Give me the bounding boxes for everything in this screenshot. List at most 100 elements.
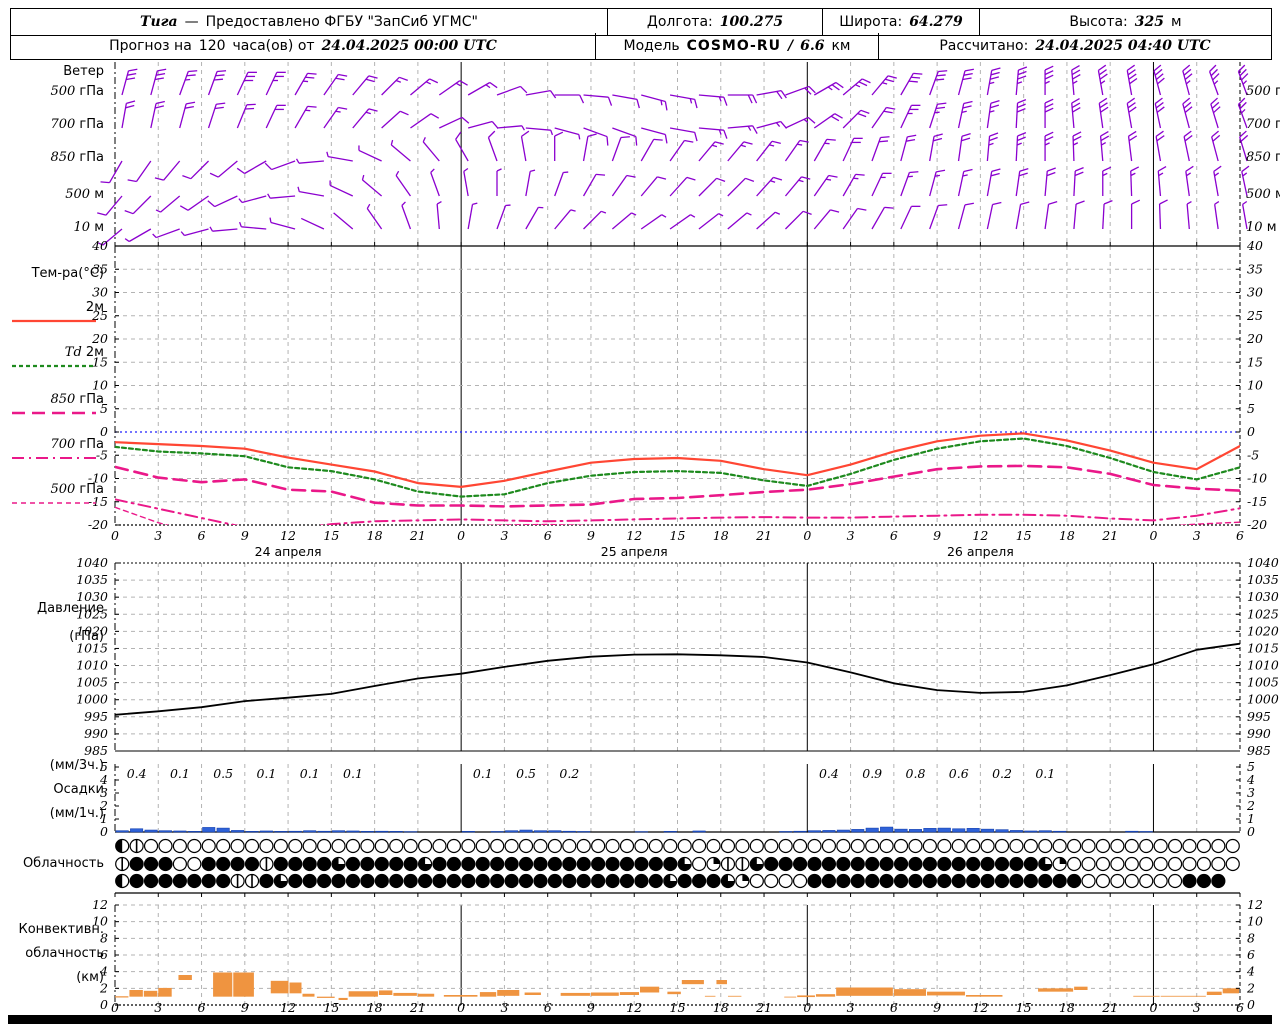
svg-text:12: 12 <box>280 1000 296 1015</box>
precip-bar <box>259 830 273 833</box>
precip-bar <box>1038 830 1052 833</box>
cloud-cell <box>937 873 952 889</box>
svg-text:21: 21 <box>409 1000 426 1015</box>
precip-bar <box>505 830 519 833</box>
cloud-cell <box>518 838 534 854</box>
cloud-cell <box>143 856 159 872</box>
cloud-cell <box>764 838 779 854</box>
svg-text:15: 15 <box>323 528 339 543</box>
svg-text:0: 0 <box>100 997 108 1012</box>
svg-text:3: 3 <box>847 528 855 543</box>
cloud-cell <box>317 873 332 889</box>
cloud-cell <box>360 873 375 889</box>
cloud-cell <box>692 838 707 854</box>
cloud-cell <box>778 838 793 854</box>
wind-level-label-10m-right: 10 м <box>1246 220 1277 235</box>
svg-text:40: 40 <box>91 238 108 253</box>
precip-bar <box>822 830 836 833</box>
svg-text:0.2: 0.2 <box>559 766 579 781</box>
precip-bar <box>317 830 331 833</box>
cloud-cell <box>187 838 202 854</box>
cloud-cell <box>764 856 779 872</box>
wind-barbs <box>114 242 1241 247</box>
cloud-cell <box>605 838 620 854</box>
cloud-cell <box>1153 856 1168 872</box>
cloud-cell <box>1196 873 1212 889</box>
precip-bar <box>836 829 850 833</box>
cloud-cell <box>908 838 923 854</box>
svg-text:1000: 1000 <box>76 692 108 707</box>
svg-text:20: 20 <box>91 331 108 346</box>
conv-cloud-bar <box>129 990 143 997</box>
cloud-cell <box>345 838 361 854</box>
precip-bar <box>332 830 346 833</box>
cloud-cell <box>417 873 433 889</box>
cloud-cell <box>1009 856 1024 872</box>
svg-text:-15: -15 <box>1247 494 1267 509</box>
svg-text:12: 12 <box>280 528 296 543</box>
temp-legend-700hpa: 700 гПа <box>50 437 104 452</box>
cloud-cell <box>634 873 649 889</box>
svg-text:15: 15 <box>670 1000 686 1015</box>
cloud-cell <box>605 856 620 872</box>
wind-level-label-500hpa: 500 гПа <box>50 84 104 99</box>
cloud-cell <box>317 838 332 854</box>
cloud-cell <box>345 856 361 872</box>
cloud-cell <box>591 838 606 854</box>
svg-text:0: 0 <box>111 1000 119 1015</box>
cloud-cell <box>850 873 865 889</box>
svg-text:6: 6 <box>1247 947 1255 962</box>
cloud-cell <box>778 856 793 872</box>
cloud-cell <box>533 856 548 872</box>
cloud-cell <box>692 856 707 872</box>
precip-bar <box>303 830 317 833</box>
svg-text:0: 0 <box>111 528 119 543</box>
cloud-cell <box>475 838 490 854</box>
cloud-cell <box>648 856 663 872</box>
cloud-cell <box>518 856 534 872</box>
precip-bar <box>490 831 504 833</box>
cloud-cell <box>865 838 880 854</box>
cloud-cell <box>677 838 692 854</box>
cloud-cell <box>1139 856 1154 872</box>
cloud-cell <box>1153 873 1168 889</box>
cloud-cell <box>1139 838 1154 854</box>
cloud-cell <box>619 838 635 854</box>
temp-legend-500hpa-line <box>12 502 96 504</box>
cloud-cell <box>417 838 433 854</box>
conv-cloud-bar <box>1133 995 1160 997</box>
conv-cloud-bar <box>639 986 660 993</box>
cloud-cell <box>966 838 981 854</box>
cloud-cell <box>1182 856 1197 872</box>
precip-bar <box>245 831 259 833</box>
svg-text:25: 25 <box>1246 308 1263 323</box>
cloud-cell <box>1211 856 1226 872</box>
conv-cloud-bar <box>497 990 520 996</box>
svg-text:0.8: 0.8 <box>906 766 926 781</box>
conv-cloud-bar <box>338 997 348 1001</box>
cloud-cell <box>1124 873 1139 889</box>
wind-level-label-500m-right: 500 м <box>1246 187 1280 202</box>
svg-text:15: 15 <box>1016 528 1032 543</box>
conv-cloud-bar <box>927 991 965 996</box>
cloud-cell <box>720 838 736 854</box>
conv-cloud-bar <box>143 990 158 997</box>
svg-text:21: 21 <box>1101 1000 1118 1015</box>
precip-bar <box>115 830 129 833</box>
conv-cloud-bar <box>893 989 927 996</box>
cloud-cell <box>792 838 808 854</box>
cloud-cell <box>432 856 447 872</box>
conv-cloud-bar <box>836 987 893 996</box>
temp-legend-850hpa: 850 гПа <box>50 392 104 407</box>
svg-text:1025: 1025 <box>1247 606 1279 621</box>
svg-text:-20: -20 <box>88 517 108 532</box>
cloud-cell <box>576 856 591 872</box>
svg-text:995: 995 <box>84 709 108 724</box>
precip-bar <box>692 830 706 833</box>
temp-legend-td2m-line <box>12 364 96 368</box>
cloud-cell <box>836 838 851 854</box>
cloud-cell <box>1052 838 1067 854</box>
cloud-cell <box>374 873 389 889</box>
cloud-cell <box>187 873 202 889</box>
svg-text:1010: 1010 <box>1247 658 1279 673</box>
